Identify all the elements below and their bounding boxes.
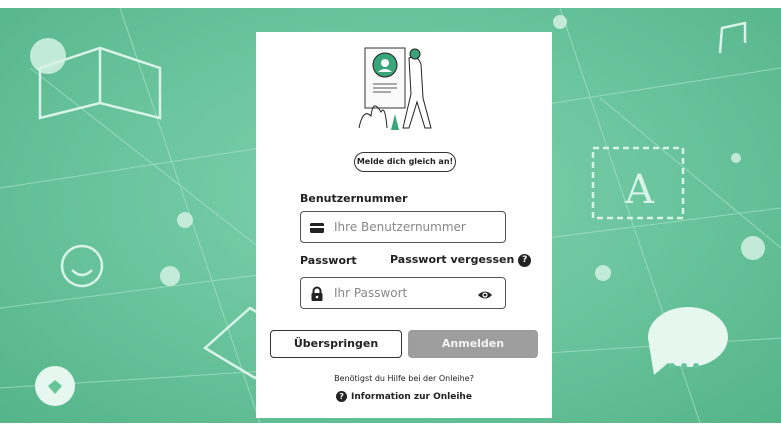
username-placeholder: Ihre Benutzernummer — [334, 220, 466, 234]
lock-icon — [309, 286, 325, 302]
password-field[interactable]: Ihr Passwort — [300, 277, 506, 309]
login-hint-pill: Melde dich gleich an! — [354, 152, 456, 172]
eye-icon[interactable] — [477, 287, 493, 301]
password-label: Passwort — [300, 254, 357, 267]
svg-text:A: A — [624, 167, 655, 213]
question-circle-icon: ? — [518, 253, 532, 267]
forgot-password-link[interactable]: Passwort vergessen? — [390, 253, 532, 267]
password-placeholder: Ihr Passwort — [334, 286, 408, 300]
help-question-text: Benötigst du Hilfe bei der Onleihe? — [334, 374, 474, 383]
login-button[interactable]: Anmelden — [408, 330, 538, 358]
forgot-password-text: Passwort vergessen — [390, 253, 515, 266]
onleihe-info-text: Information zur Onleihe — [351, 392, 472, 402]
id-card-icon — [309, 220, 325, 236]
login-card: Melde dich gleich an! Benutzernummer Ihr… — [256, 32, 552, 418]
skip-button[interactable]: Überspringen — [270, 330, 402, 358]
onleihe-info-link[interactable]: ? Information zur Onleihe — [256, 391, 552, 402]
reader-illustration — [351, 38, 451, 138]
username-field[interactable]: Ihre Benutzernummer — [300, 211, 506, 243]
username-label: Benutzernummer — [300, 192, 408, 205]
question-circle-icon: ? — [336, 391, 348, 402]
